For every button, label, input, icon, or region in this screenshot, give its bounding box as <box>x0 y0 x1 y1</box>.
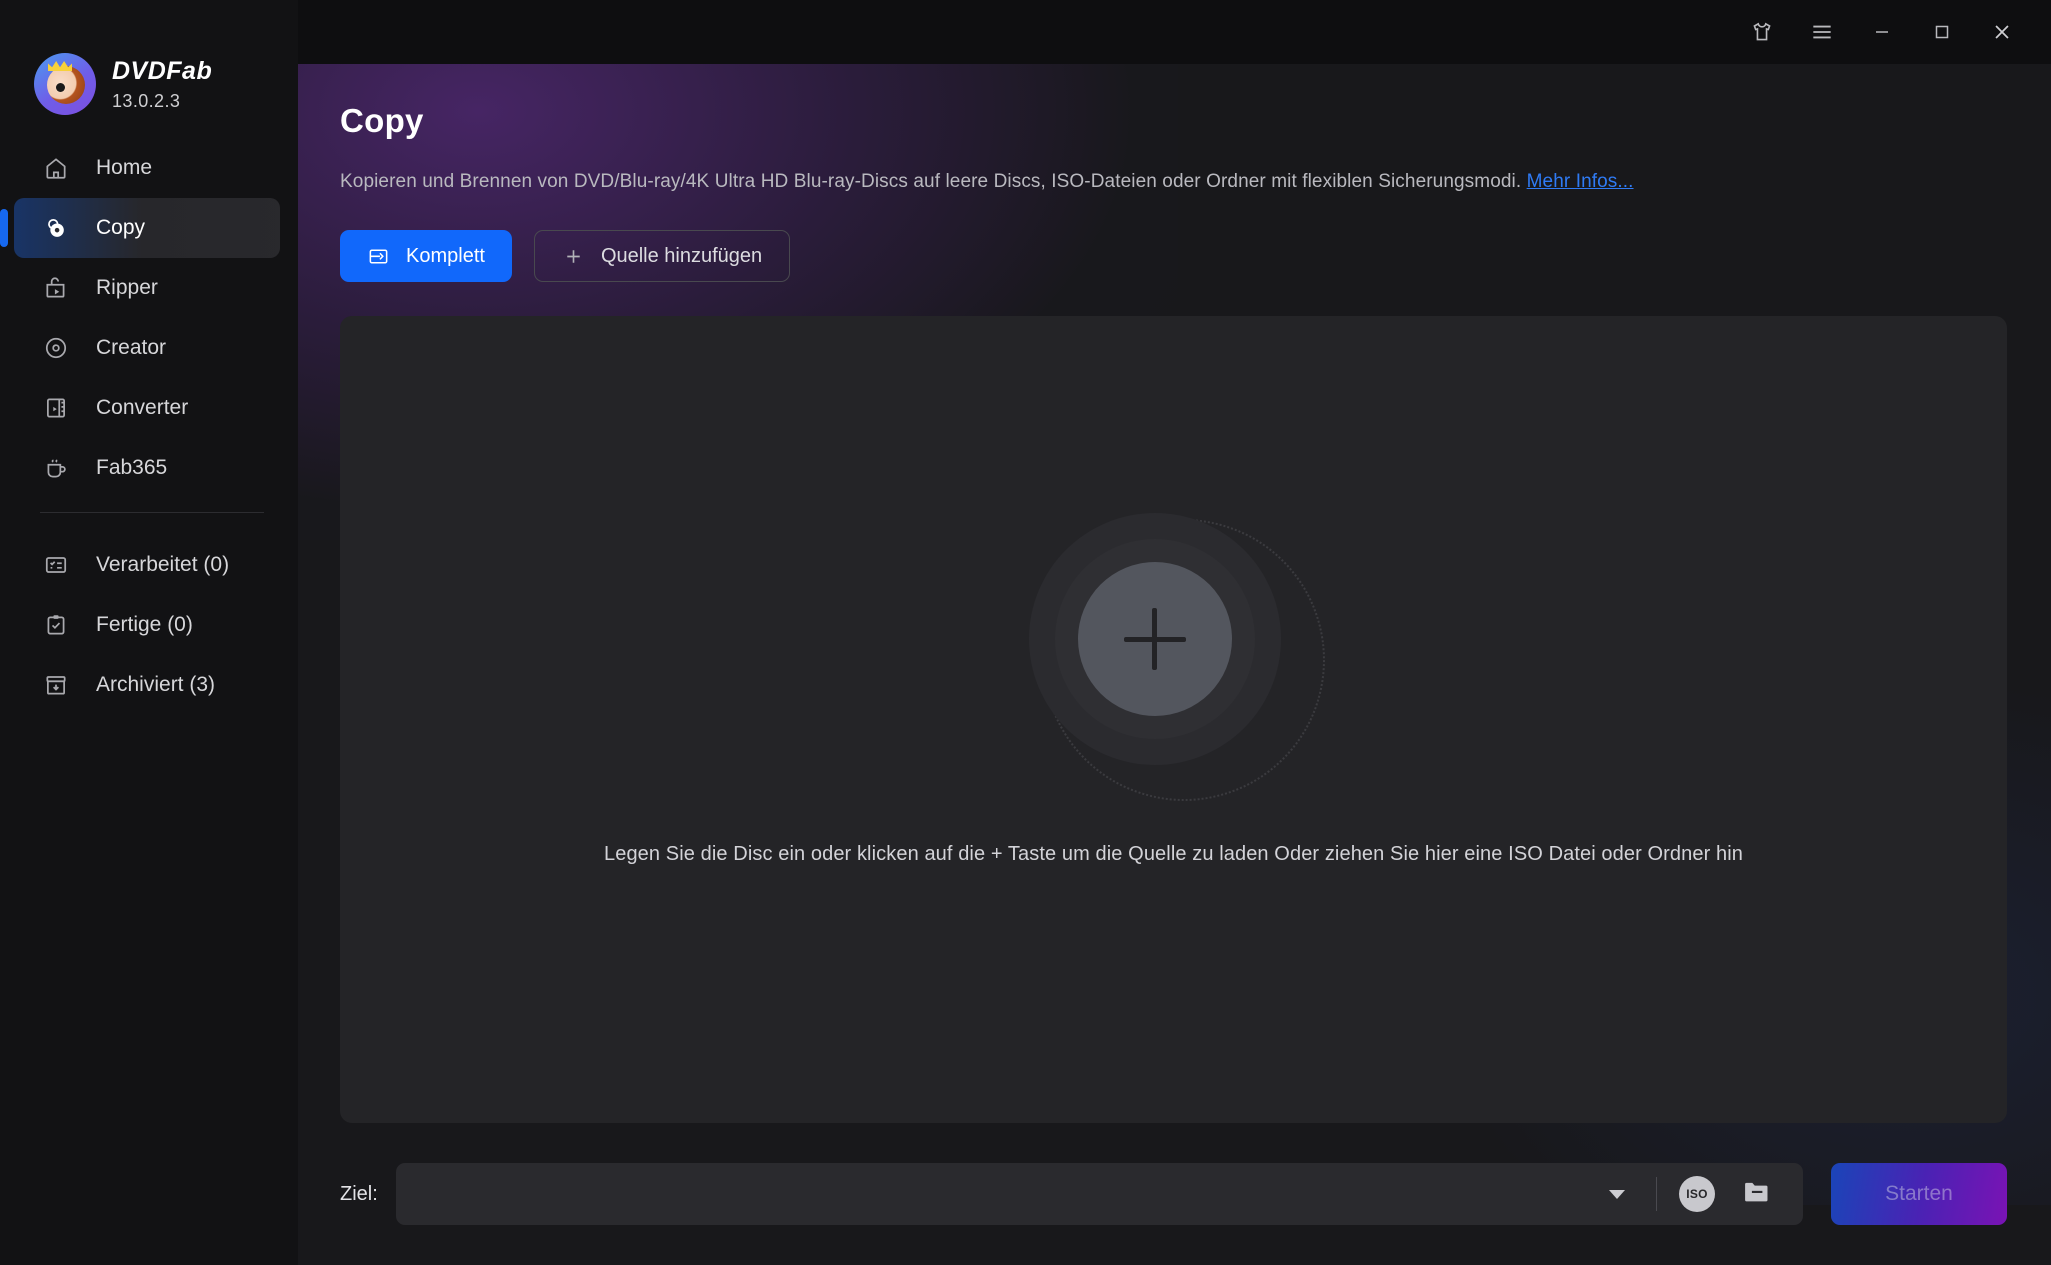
sidebar-item-label: Fertige (0) <box>96 613 193 636</box>
app-name: DVDFab <box>112 56 213 85</box>
sidebar-nav: Home Copy Ripper Creator Converter Fab36… <box>0 130 298 715</box>
sidebar-item-label: Verarbeitet (0) <box>96 553 230 576</box>
iso-disc-icon: ISO <box>1679 1176 1715 1212</box>
divider <box>1656 1177 1657 1211</box>
sidebar-item-creator[interactable]: Creator <box>14 318 280 378</box>
add-source-button[interactable]: Quelle hinzufügen <box>533 230 791 282</box>
menu-hamburger-icon[interactable] <box>1795 10 1849 54</box>
bottom-bar: Ziel: ISO Starten <box>298 1123 2051 1265</box>
sidebar-item-archiviert[interactable]: Archiviert (3) <box>14 655 280 715</box>
sidebar-item-fertige[interactable]: Fertige (0) <box>14 595 280 655</box>
sidebar-item-converter[interactable]: Converter <box>14 378 280 438</box>
sidebar-item-label: Converter <box>96 396 189 419</box>
save-as-iso-button[interactable]: ISO <box>1677 1174 1717 1214</box>
sidebar-item-home[interactable]: Home <box>14 138 280 198</box>
choose-folder-button[interactable] <box>1737 1174 1777 1214</box>
dvdfab-window: DVDFab 13.0.2.3 Home Copy Ripper Creator… <box>0 0 2051 1265</box>
titlebar <box>298 0 2051 64</box>
sidebar-item-label: Creator <box>96 336 167 359</box>
chevron-down-icon <box>1609 1189 1625 1199</box>
brand: DVDFab 13.0.2.3 <box>0 0 298 130</box>
sidebar-item-label: Archiviert (3) <box>96 673 216 696</box>
close-button[interactable] <box>1975 10 2029 54</box>
ripper-icon <box>42 274 70 302</box>
tasklist-icon <box>42 551 70 579</box>
minimize-button[interactable] <box>1855 10 1909 54</box>
main-area: Copy Kopieren und Brennen von DVD/Blu-ra… <box>298 0 2051 1265</box>
sidebar-item-label: Home <box>96 156 153 179</box>
film-converter-icon <box>42 394 70 422</box>
sidebar-divider <box>40 512 264 513</box>
page-description-text: Kopieren und Brennen von DVD/Blu-ray/4K … <box>340 171 1527 192</box>
more-info-link[interactable]: Mehr Infos... <box>1527 171 1634 192</box>
theme-shirt-icon[interactable] <box>1735 10 1789 54</box>
clipboard-check-icon <box>42 611 70 639</box>
content: Copy Kopieren und Brennen von DVD/Blu-ra… <box>298 64 2051 1123</box>
full-disc-icon <box>367 245 390 268</box>
sidebar-item-copy[interactable]: Copy <box>0 198 280 258</box>
sidebar-item-verarbeitet[interactable]: Verarbeitet (0) <box>14 535 280 595</box>
sidebar-item-label: Ripper <box>96 276 158 299</box>
maximize-button[interactable] <box>1915 10 1969 54</box>
home-icon <box>42 154 70 182</box>
add-source-target <box>1028 513 1325 803</box>
add-source-label: Quelle hinzufügen <box>600 244 763 267</box>
creator-disc-icon <box>42 334 70 362</box>
page-title: Copy <box>340 102 424 139</box>
sidebar-item-fab365[interactable]: Fab365 <box>14 438 280 498</box>
start-button[interactable]: Starten <box>1831 1163 2007 1225</box>
sidebar-item-label: Fab365 <box>96 456 168 479</box>
destination-label: Ziel: <box>340 1182 378 1205</box>
destination-input[interactable] <box>395 1163 1602 1225</box>
archive-box-icon <box>42 671 70 699</box>
folder-icon <box>1740 1175 1774 1214</box>
app-logo-icon <box>34 53 96 115</box>
sidebar-item-label: Copy <box>96 216 146 239</box>
app-version: 13.0.2.3 <box>112 90 181 111</box>
mode-button-row: Komplett Quelle hinzufügen <box>340 230 2007 282</box>
dropzone-hint: Legen Sie die Disc ein oder klicken auf … <box>604 843 1743 865</box>
add-source-plus-button[interactable] <box>1077 562 1232 716</box>
source-dropzone[interactable]: Legen Sie die Disc ein oder klicken auf … <box>340 316 2007 1123</box>
destination-dropdown-toggle[interactable] <box>1602 1163 1632 1225</box>
page-description: Kopieren und Brennen von DVD/Blu-ray/4K … <box>340 171 2007 193</box>
sidebar-item-ripper[interactable]: Ripper <box>14 258 280 318</box>
fab365-icon <box>42 454 70 482</box>
mode-komplett-label: Komplett <box>406 244 485 267</box>
destination-actions: ISO <box>1632 1163 1803 1225</box>
mode-komplett-button[interactable]: Komplett <box>340 230 512 282</box>
sidebar: DVDFab 13.0.2.3 Home Copy Ripper Creator… <box>0 0 298 1265</box>
disc-copy-icon <box>42 214 70 242</box>
plus-icon <box>562 245 585 268</box>
